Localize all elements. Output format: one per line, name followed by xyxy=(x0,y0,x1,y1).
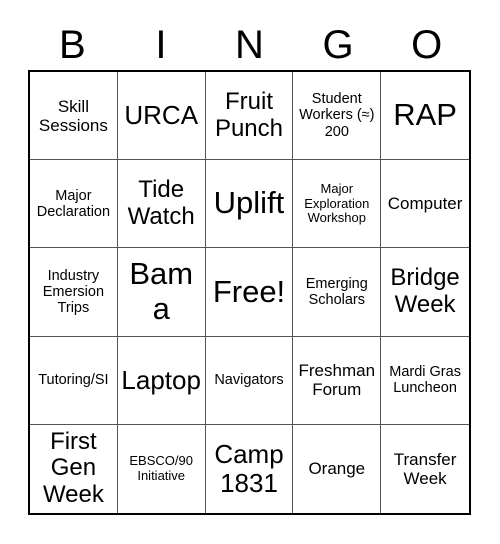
bingo-cell-label: Skill Sessions xyxy=(38,96,108,135)
bingo-cell-label: Camp 1831 xyxy=(214,438,284,498)
bingo-cell-label: Mardi Gras Luncheon xyxy=(389,363,461,397)
bingo-cell[interactable]: URCA xyxy=(117,72,206,161)
bingo-cell-label: Uplift xyxy=(213,185,285,221)
bingo-cell[interactable]: Laptop xyxy=(117,336,206,425)
bingo-cell-label: Fruit Punch xyxy=(214,87,284,142)
bingo-cell-label: EBSCO/90 Initiative xyxy=(129,453,193,483)
bingo-cell[interactable]: Skill Sessions xyxy=(30,72,118,161)
bingo-grid: Skill Sessions URCA Fruit Punch Student … xyxy=(28,70,471,515)
bingo-cell[interactable]: Student Workers (≈) 200 xyxy=(293,72,382,161)
bingo-cell[interactable]: Tide Watch xyxy=(117,160,206,249)
bingo-header-letter-g: G xyxy=(322,23,354,67)
bingo-header-letter-b: B xyxy=(58,23,86,67)
bingo-cell[interactable]: Emerging Scholars xyxy=(293,248,382,337)
bingo-cell[interactable]: Orange xyxy=(293,424,382,513)
bingo-cell[interactable]: Major Exploration Workshop xyxy=(293,160,382,249)
bingo-cell[interactable]: RAP xyxy=(381,72,469,161)
bingo-cell-label: Emerging Scholars xyxy=(305,275,368,308)
bingo-cell-label: RAP xyxy=(393,97,457,133)
bingo-cell[interactable]: Camp 1831 xyxy=(205,424,294,513)
bingo-cell-label: Transfer Week xyxy=(393,449,457,488)
bingo-card: B I N G O Skill Sessions URCA Fruit Punc… xyxy=(0,0,500,544)
bingo-cell[interactable]: Bama xyxy=(117,248,206,337)
bingo-header-letter-o: O xyxy=(411,23,443,67)
bingo-cell[interactable]: Bridge Week xyxy=(381,248,469,337)
bingo-cell-label: Industry Emersion Trips xyxy=(42,267,105,317)
bingo-cell[interactable]: Major Declaration xyxy=(30,160,118,249)
bingo-header-letter-n: N xyxy=(235,23,264,67)
bingo-cell-label: Laptop xyxy=(121,364,201,395)
bingo-cell[interactable]: Computer xyxy=(381,160,469,249)
bingo-cell[interactable]: Mardi Gras Luncheon xyxy=(381,336,469,425)
bingo-cell[interactable]: Fruit Punch xyxy=(205,72,294,161)
bingo-cell-label: URCA xyxy=(124,100,199,131)
bingo-cell[interactable]: Tutoring/SI xyxy=(30,336,118,425)
bingo-cell-label: Tide Watch xyxy=(127,175,195,230)
bingo-cell-label: First Gen Week xyxy=(42,427,104,509)
bingo-free-space-label: Free! xyxy=(212,273,286,309)
bingo-header-row: B I N G O xyxy=(28,20,471,70)
bingo-cell-label: Orange xyxy=(308,459,366,479)
bingo-cell[interactable]: First Gen Week xyxy=(30,424,118,513)
bingo-cell[interactable]: Uplift xyxy=(205,160,294,249)
bingo-cell[interactable]: Transfer Week xyxy=(381,424,469,513)
bingo-cell-label: Navigators xyxy=(214,372,284,389)
bingo-free-space[interactable]: Free! xyxy=(205,248,294,337)
bingo-cell-label: Bridge Week xyxy=(390,264,460,318)
bingo-cell[interactable]: Freshman Forum xyxy=(293,336,382,425)
bingo-cell[interactable]: EBSCO/90 Initiative xyxy=(117,424,206,513)
bingo-cell-label: Major Exploration Workshop xyxy=(304,180,370,226)
bingo-cell-label: Student Workers (≈) 200 xyxy=(299,91,375,140)
bingo-cell[interactable]: Navigators xyxy=(205,336,294,425)
bingo-cell-label: Bama xyxy=(129,256,194,326)
bingo-cell[interactable]: Industry Emersion Trips xyxy=(30,248,118,337)
bingo-cell-label: Tutoring/SI xyxy=(38,372,109,389)
bingo-cell-label: Major Declaration xyxy=(36,187,111,220)
bingo-cell-label: Freshman Forum xyxy=(298,361,376,400)
bingo-header-letter-i: I xyxy=(155,23,167,67)
bingo-cell-label: Computer xyxy=(387,194,463,214)
